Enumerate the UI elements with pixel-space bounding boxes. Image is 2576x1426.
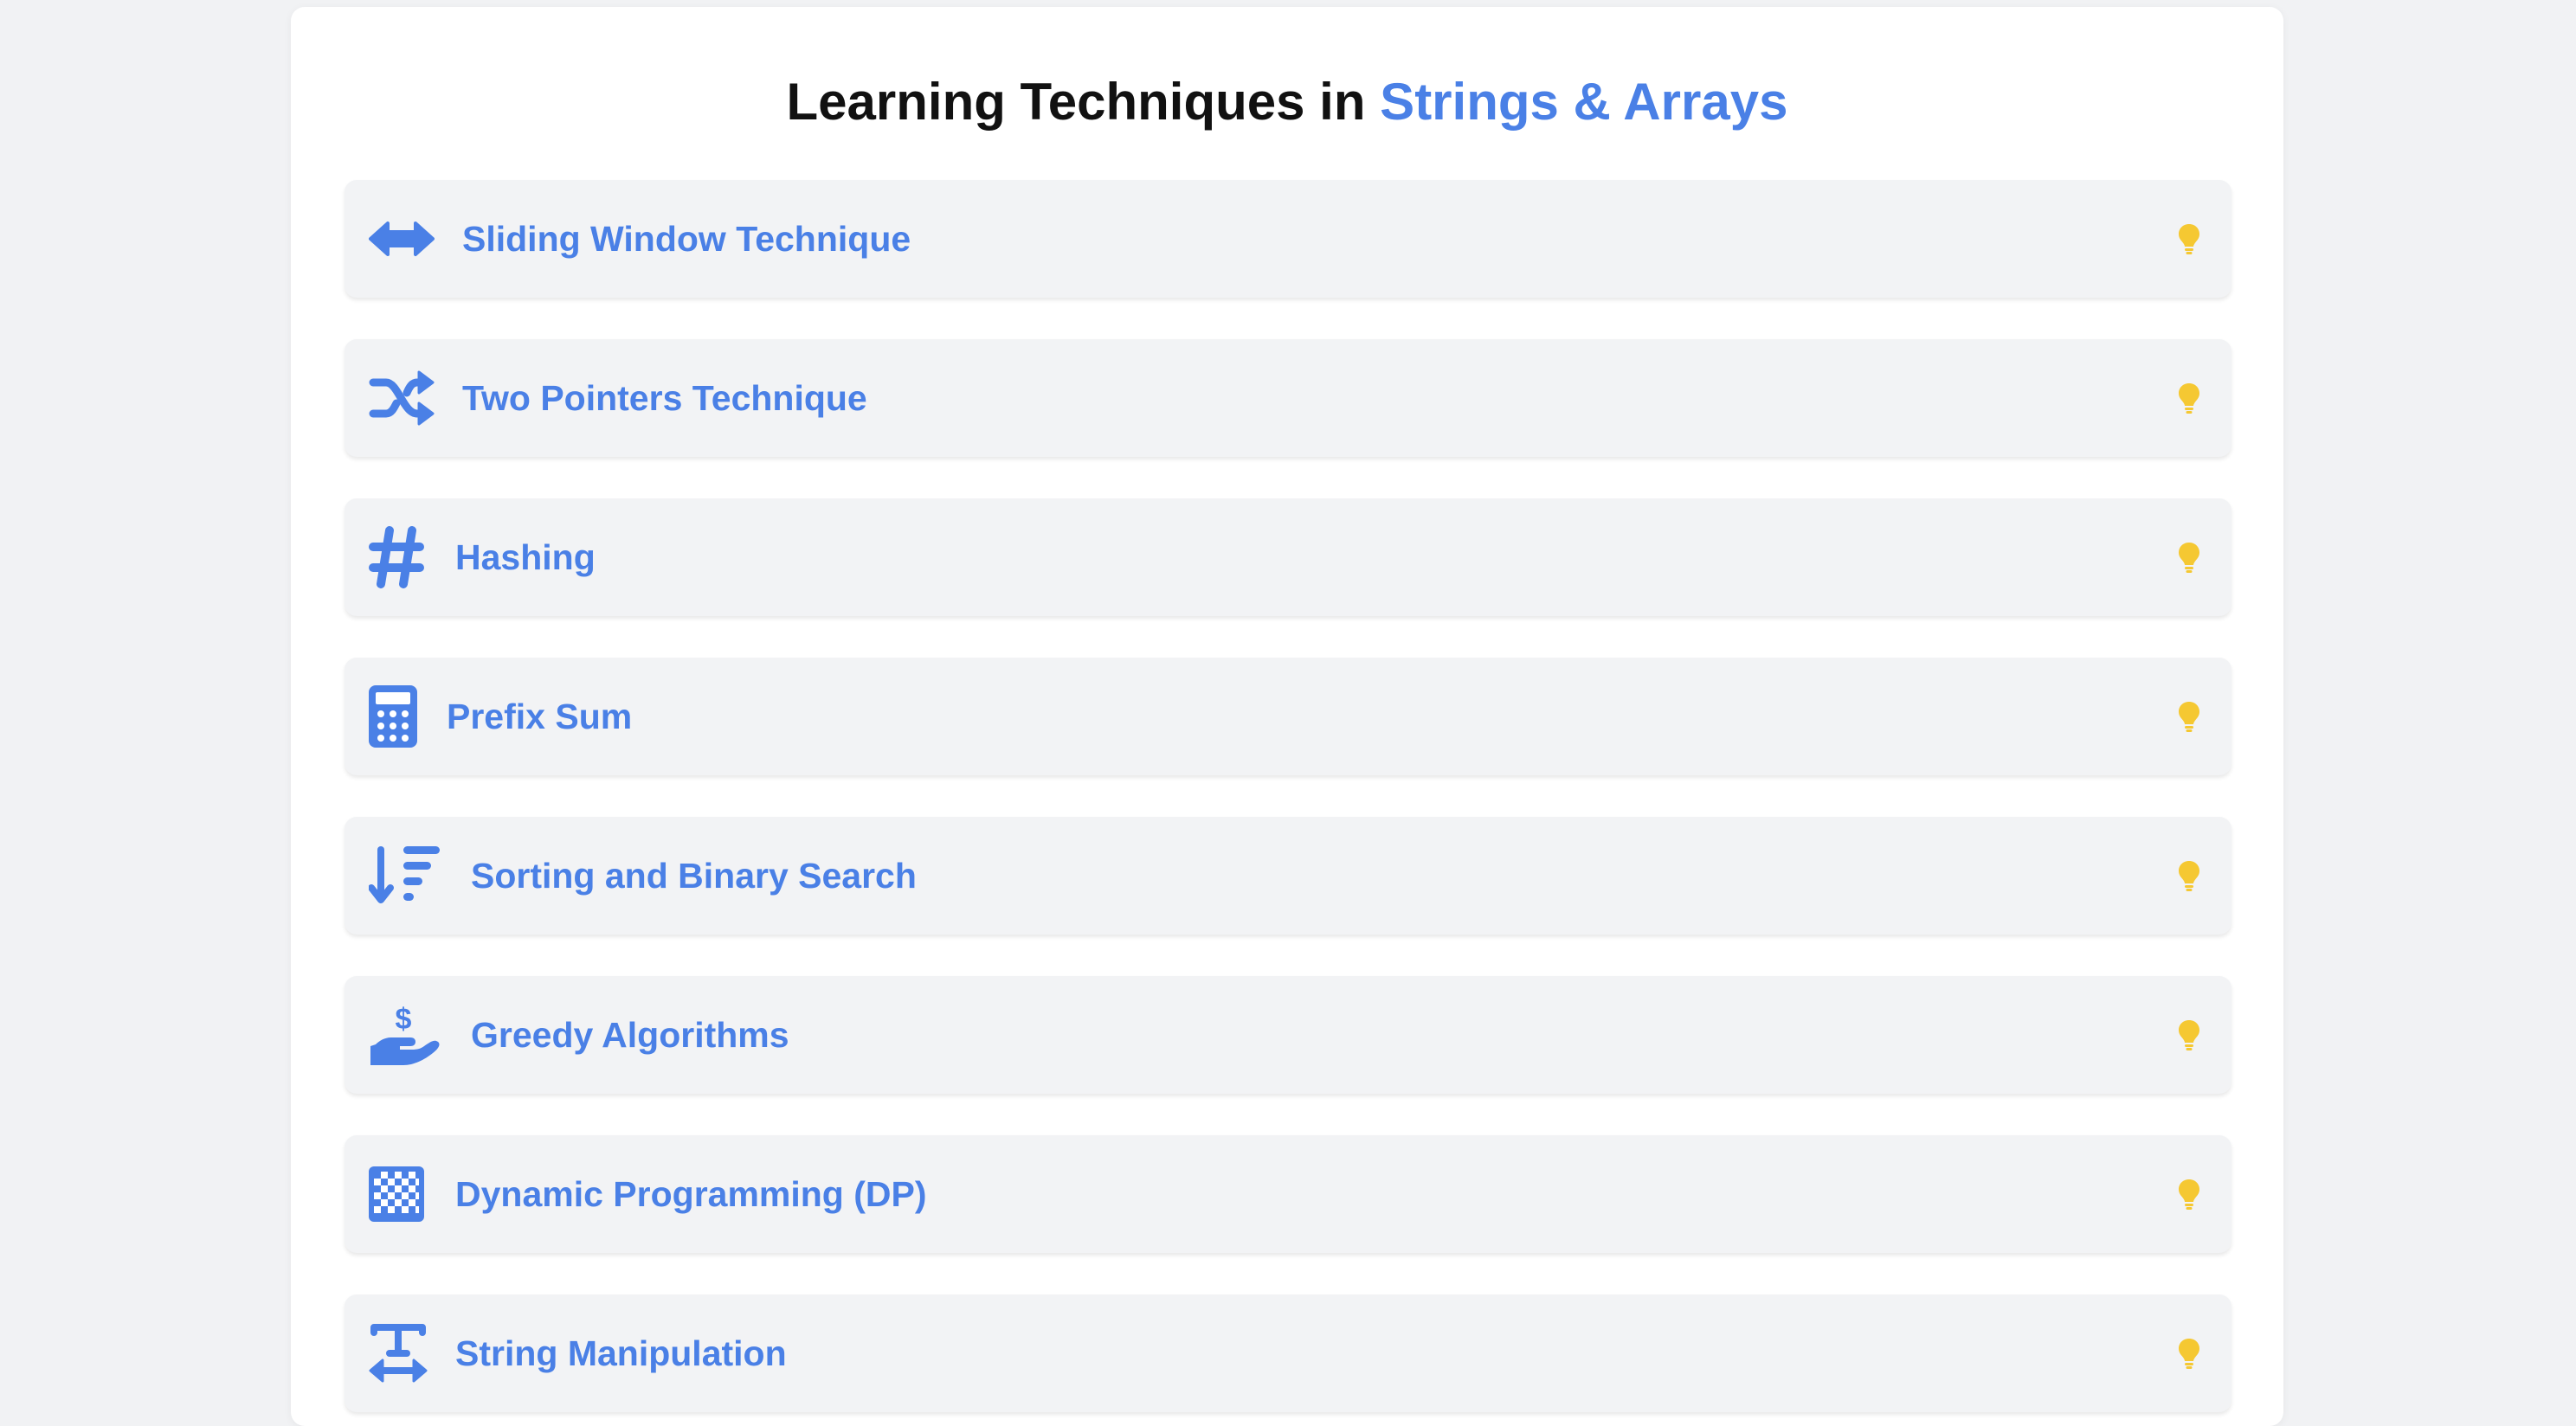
text-width-icon [369, 1319, 428, 1388]
technique-item-prefix-sum[interactable]: Prefix Sum [345, 658, 2231, 775]
technique-item-hashing[interactable]: Hashing [345, 498, 2231, 616]
lightbulb-icon[interactable] [2178, 701, 2200, 732]
checkerboard-icon [369, 1159, 424, 1229]
technique-label: String Manipulation [455, 1333, 787, 1373]
techniques-card: Learning Techniques in Strings & Arrays … [291, 7, 2283, 1426]
technique-label: Sorting and Binary Search [471, 856, 917, 896]
technique-label: Prefix Sum [447, 697, 633, 736]
technique-label: Greedy Algorithms [471, 1015, 789, 1055]
hand-holding-dollar-icon: $ [369, 1000, 441, 1070]
shuffle-icon [369, 363, 435, 433]
technique-item-dynamic-programming[interactable]: Dynamic Programming (DP) [345, 1135, 2231, 1253]
lightbulb-icon[interactable] [2178, 860, 2200, 891]
lightbulb-icon[interactable] [2178, 1179, 2200, 1210]
lightbulb-icon[interactable] [2178, 542, 2200, 573]
technique-label: Sliding Window Technique [462, 219, 911, 259]
lightbulb-icon[interactable] [2178, 1019, 2200, 1050]
lightbulb-icon[interactable] [2178, 1338, 2200, 1369]
technique-item-sliding-window[interactable]: Sliding Window Technique [345, 180, 2231, 298]
page-title: Learning Techniques in Strings & Arrays [291, 66, 2283, 138]
technique-item-string-manipulation[interactable]: String Manipulation [345, 1294, 2231, 1412]
technique-item-greedy-algorithms[interactable]: $ Greedy Algorithms [345, 976, 2231, 1094]
lightbulb-icon[interactable] [2178, 382, 2200, 414]
technique-label: Dynamic Programming (DP) [455, 1174, 927, 1214]
sort-descending-icon [369, 841, 441, 910]
svg-text:$: $ [396, 1003, 412, 1036]
hashtag-icon [369, 523, 424, 592]
arrows-left-right-icon [369, 204, 435, 273]
technique-label: Two Pointers Technique [462, 378, 867, 418]
technique-item-two-pointers[interactable]: Two Pointers Technique [345, 339, 2231, 457]
lightbulb-icon[interactable] [2178, 223, 2200, 254]
technique-label: Hashing [455, 537, 596, 577]
title-accent: Strings & Arrays [1380, 73, 1788, 131]
title-prefix: Learning Techniques in [786, 73, 1381, 131]
calculator-icon [369, 682, 417, 751]
technique-item-sorting-binary-search[interactable]: Sorting and Binary Search [345, 817, 2231, 935]
